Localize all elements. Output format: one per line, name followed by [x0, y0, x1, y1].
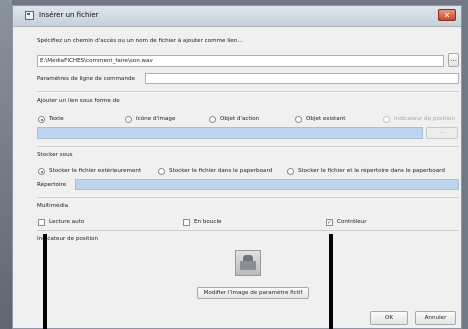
- directory-input[interactable]: [75, 179, 459, 190]
- separator: [37, 146, 459, 147]
- path-label: Spécifiez un chemin d'accès ou un nom de…: [37, 38, 243, 44]
- loop-checkbox[interactable]: [183, 219, 190, 226]
- params-input[interactable]: [145, 73, 459, 84]
- window-icon: [25, 11, 34, 20]
- store-label: Stocker sous: [37, 152, 73, 158]
- overlay-bar-right: [329, 234, 333, 329]
- radio-store-flipchart-label: Stocker le fichier dans le paperboard: [169, 168, 273, 174]
- loop-label: En boucle: [194, 219, 222, 225]
- link-text-input[interactable]: [37, 127, 423, 139]
- title-bar[interactable]: Insérer un fichier ✕: [13, 6, 461, 27]
- link-options-button[interactable]: ...: [426, 127, 458, 139]
- insert-file-dialog: Insérer un fichier ✕ Spécifiez un chemin…: [12, 5, 462, 329]
- browse-button[interactable]: …: [448, 53, 459, 67]
- controller-label: Contrôleur: [337, 219, 367, 225]
- controller-checkbox[interactable]: ✓: [326, 219, 333, 226]
- separator: [37, 197, 459, 198]
- autoplay-label: Lecture auto: [49, 219, 85, 225]
- radio-store-external-label: Stocker le fichier extérieurement: [49, 168, 142, 174]
- desktop-background: [0, 0, 12, 329]
- multimedia-label: Multimédia: [37, 203, 69, 209]
- radio-image-icon[interactable]: [125, 116, 132, 123]
- radio-action-object-label: Objet d'action: [220, 116, 260, 122]
- radio-existing-object[interactable]: [295, 116, 302, 123]
- radio-image-icon-label: Icône d'image: [136, 116, 176, 122]
- params-label: Paramètres de ligne de commande: [37, 76, 135, 82]
- edit-placeholder-image-button[interactable]: Modifier l'image de paramètre fictif: [197, 287, 309, 299]
- radio-store-file-and-directory[interactable]: [287, 168, 294, 175]
- radio-action-object[interactable]: [209, 116, 216, 123]
- link-as-label: Ajouter un lien sous forme de: [37, 98, 120, 104]
- placeholder-image-icon: [235, 250, 261, 276]
- dialog-title: Insérer un fichier: [39, 11, 99, 19]
- radio-position-indicator[interactable]: [383, 116, 390, 123]
- ok-button[interactable]: OK: [370, 311, 408, 325]
- radio-existing-object-label: Objet existant: [306, 116, 346, 122]
- radio-position-indicator-label: Indicateur de position: [394, 116, 455, 122]
- separator: [37, 230, 459, 231]
- radio-text-label: Texte: [49, 116, 64, 122]
- overlay-bar-left: [43, 234, 47, 329]
- desktop-background-right: [462, 0, 468, 329]
- radio-store-flipchart[interactable]: [158, 168, 165, 175]
- radio-store-file-and-directory-label: Stocker le fichier et le répertoire dans…: [298, 168, 445, 174]
- cancel-button[interactable]: Annuler: [415, 311, 456, 325]
- radio-text[interactable]: [38, 116, 45, 123]
- close-button[interactable]: ✕: [438, 9, 456, 21]
- autoplay-checkbox[interactable]: [38, 219, 45, 226]
- radio-store-external[interactable]: [38, 168, 45, 175]
- separator: [37, 91, 459, 92]
- directory-label: Répertoire: [37, 182, 67, 188]
- path-input[interactable]: E:\MediaFICHES\comment_faire\son.wav: [37, 55, 444, 67]
